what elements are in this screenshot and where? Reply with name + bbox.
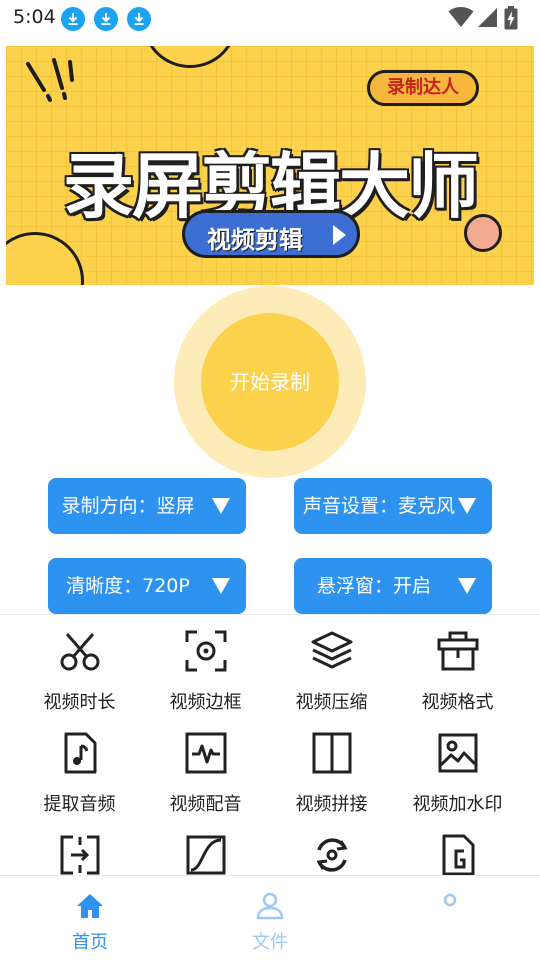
status-time: 5:04	[13, 6, 56, 28]
tool-extract-audio[interactable]: 提取音频	[12, 718, 147, 818]
split-panel-icon	[312, 732, 352, 774]
nav-files[interactable]: 文件	[180, 876, 360, 960]
play-arrow-icon	[333, 225, 346, 245]
option-label: 悬浮窗：开启	[316, 575, 431, 597]
exclamation-marks-decoration	[26, 58, 74, 102]
tool-label: 视频拼接	[295, 794, 368, 815]
tool-video-splice[interactable]: 视频拼接	[264, 718, 399, 818]
tool-video-dubbing[interactable]: 视频配音	[138, 718, 273, 818]
banner-pill-label: 视频剪辑	[207, 226, 303, 254]
option-label: 声音设置：麦克风	[302, 495, 455, 517]
record-orientation-button[interactable]: 录制方向：竖屏	[48, 478, 246, 534]
tool-video-format[interactable]: 视频格式	[390, 616, 525, 716]
tool-label: 视频压缩	[295, 692, 368, 713]
tool-label: 视频格式	[421, 692, 494, 713]
image-icon	[438, 733, 478, 773]
scissors-icon	[60, 633, 100, 671]
dropdown-arrow-icon	[212, 578, 230, 594]
audio-file-icon	[64, 732, 97, 774]
banner-tag: 录制达人	[367, 70, 479, 106]
battery-charging-icon	[504, 6, 518, 30]
layers-icon	[311, 631, 353, 669]
tool-video-border[interactable]: 视频边框	[138, 616, 273, 716]
decoration-circle	[142, 46, 238, 68]
floating-window-button[interactable]: 悬浮窗：开启	[294, 558, 492, 614]
resolution-button[interactable]: 清晰度：720P	[48, 558, 246, 614]
frame-focus-icon	[185, 630, 227, 672]
tool-video-watermark[interactable]: 视频加水印	[390, 718, 525, 818]
settings-icon	[443, 893, 457, 907]
bottom-navigation: 首页 文件	[0, 875, 540, 960]
tool-label: 视频边框	[169, 692, 242, 713]
status-bar: 5:04	[0, 0, 540, 36]
nav-label: 文件	[252, 932, 288, 953]
tool-video-duration[interactable]: 视频时长	[12, 616, 147, 716]
tool-video-compress[interactable]: 视频压缩	[264, 616, 399, 716]
rotate-icon	[316, 838, 348, 872]
download-icon	[94, 7, 118, 31]
wifi-icon	[448, 7, 474, 27]
tool-label: 提取音频	[43, 794, 116, 815]
promo-banner[interactable]: 录制达人 录屏剪辑大师 视频剪辑	[6, 46, 534, 285]
sound-setting-button[interactable]: 声音设置：麦克风	[294, 478, 492, 534]
option-label: 清晰度：720P	[66, 575, 190, 597]
dropdown-arrow-icon	[212, 498, 230, 514]
user-icon	[256, 892, 284, 920]
home-icon	[77, 894, 103, 918]
dropdown-arrow-icon	[458, 498, 476, 514]
nav-home[interactable]: 首页	[0, 876, 180, 960]
signal-icon	[478, 8, 497, 27]
tool-label: 视频时长	[43, 692, 116, 713]
download-icon	[127, 7, 151, 31]
tool-label: 视频配音	[169, 794, 242, 815]
waveform-icon	[185, 732, 227, 774]
app-root: 5:04 录制达人 录屏剪辑大师 视频剪辑 开始录制 录制方向：竖屏 声音设置：…	[0, 0, 540, 960]
export-icon	[60, 835, 100, 875]
gif-file-icon	[442, 834, 475, 876]
nav-label: 首页	[72, 932, 108, 953]
status-icons	[448, 6, 528, 30]
option-label: 录制方向：竖屏	[61, 495, 195, 517]
nav-settings[interactable]	[360, 876, 540, 960]
banner-video-edit-pill[interactable]: 视频剪辑	[182, 210, 360, 258]
decoration-circle	[6, 232, 84, 285]
dropdown-arrow-icon	[458, 578, 476, 594]
download-icon	[61, 7, 85, 31]
format-icon	[437, 631, 479, 671]
start-record-label: 开始录制	[230, 370, 310, 394]
divider	[0, 614, 540, 615]
curve-icon	[186, 835, 226, 875]
tool-label: 视频加水印	[412, 794, 503, 815]
